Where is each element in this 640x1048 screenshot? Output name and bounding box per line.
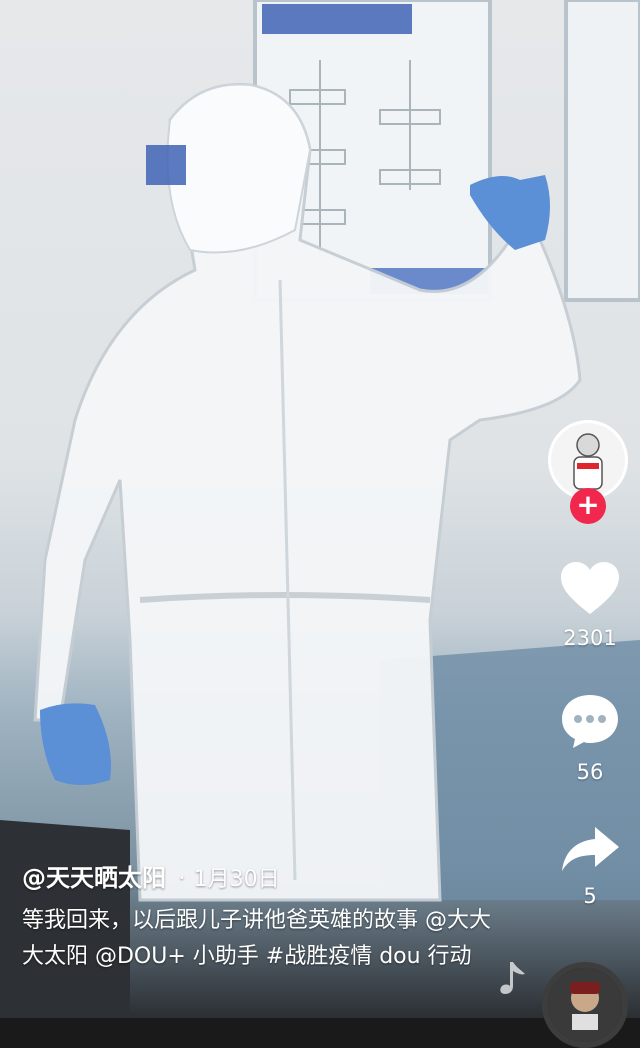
post-date: 1月30日 [193,867,280,892]
follow-button[interactable]: + [570,488,606,524]
comment-bubble-icon [562,695,618,748]
share-arrow-icon [562,827,619,871]
avatar-image [551,423,625,497]
heart-icon [561,562,619,614]
share-button[interactable]: 5 [540,824,640,908]
share-count: 5 [583,884,597,908]
plus-icon: + [576,488,600,521]
music-cover-image [548,968,622,1042]
comment-count: 56 [576,760,604,784]
like-button[interactable]: 2301 [540,560,640,650]
video-caption: @天天晒太阳 · 1月30日 等我回来，以后跟儿子讲他爸英雄的故事 @大大大太阳… [22,858,492,975]
video-description: 等我回来，以后跟儿子讲他爸英雄的故事 @大大大太阳 @DOU+ 小助手 #战胜疫… [22,908,491,969]
music-disc[interactable] [542,962,628,1048]
music-note-icon [494,958,534,998]
date-separator: · [178,864,186,892]
comment-button[interactable]: 56 [540,692,640,784]
like-count: 2301 [563,626,617,650]
author-name[interactable]: @天天晒太阳 [22,858,166,893]
action-rail: + 2301 56 5 [540,420,640,940]
author-line: @天天晒太阳 · 1月30日 [22,858,492,893]
